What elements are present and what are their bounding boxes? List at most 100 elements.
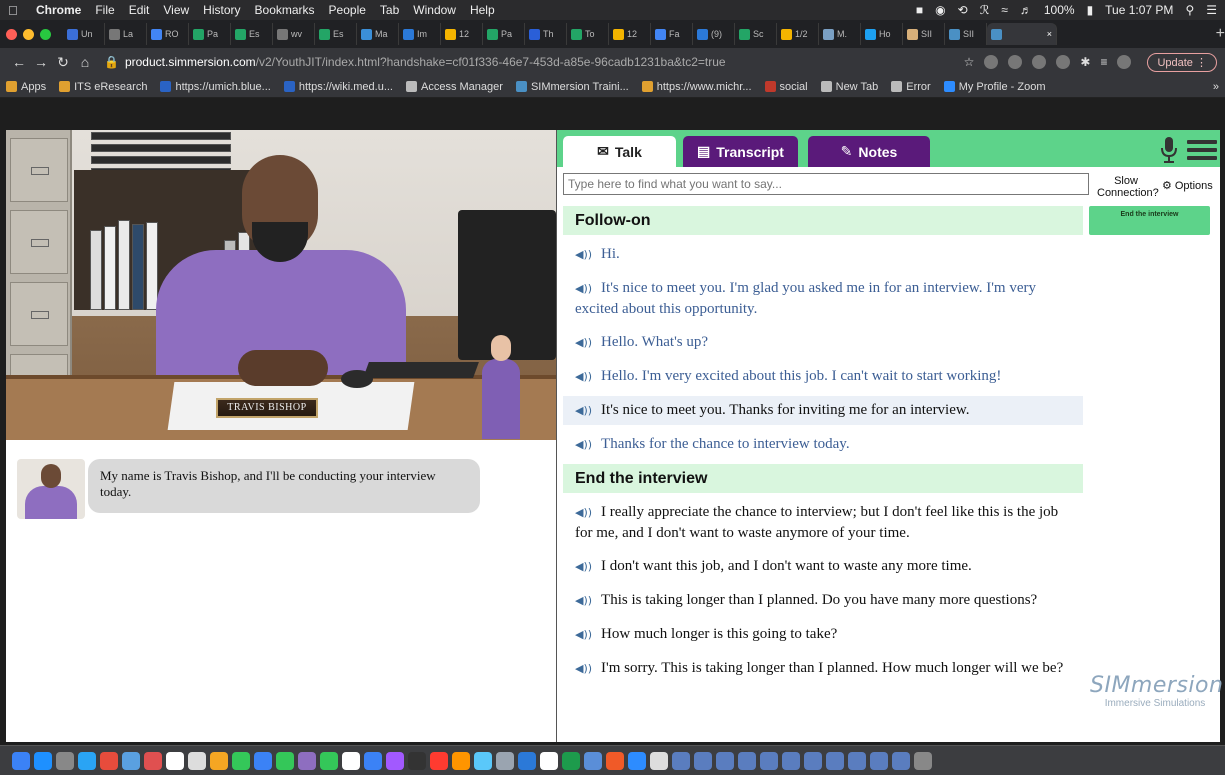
browser-tab[interactable]: Ho bbox=[861, 23, 903, 45]
dock-app-icon[interactable] bbox=[298, 751, 316, 770]
speaker-icon[interactable]: ◀)) bbox=[575, 435, 592, 455]
slow-connection-link[interactable]: Slow Connection? bbox=[1097, 175, 1159, 199]
volume-icon[interactable]: ♬ bbox=[1020, 3, 1032, 17]
browser-tab[interactable]: M. bbox=[819, 23, 861, 45]
dock-app-icon[interactable] bbox=[804, 751, 822, 770]
browser-tab[interactable]: Un bbox=[63, 23, 105, 45]
extension-icon[interactable] bbox=[1032, 55, 1047, 69]
speaker-icon[interactable]: ◀)) bbox=[575, 245, 592, 265]
bookmark-item[interactable]: ITS eResearch bbox=[59, 81, 147, 93]
spotlight-icon[interactable]: ⚲ bbox=[1185, 3, 1194, 17]
dock-app-icon[interactable] bbox=[452, 751, 470, 770]
notification-center-icon[interactable]: ☰ bbox=[1206, 3, 1217, 17]
response-option[interactable]: ◀)) Hello. I'm very excited about this jo… bbox=[563, 362, 1083, 391]
dock-app-icon[interactable] bbox=[848, 751, 866, 770]
tab-talk[interactable]: ✉ Talk bbox=[563, 136, 676, 167]
close-window-button[interactable] bbox=[6, 28, 17, 40]
dock-app-icon[interactable] bbox=[364, 751, 382, 770]
browser-tab[interactable]: SII bbox=[945, 23, 987, 45]
menu-view[interactable]: View bbox=[163, 3, 189, 17]
dock-app-icon[interactable] bbox=[12, 751, 30, 770]
bookmark-item[interactable]: New Tab bbox=[820, 81, 878, 93]
dock-app-icon[interactable] bbox=[892, 751, 910, 770]
response-option[interactable]: ◀)) How much longer is this going to take… bbox=[563, 620, 1083, 649]
dock-app-icon[interactable] bbox=[518, 751, 536, 770]
bookmark-item[interactable]: My Profile - Zoom bbox=[943, 81, 1045, 93]
dock-app-icon[interactable] bbox=[826, 751, 844, 770]
dock-app-icon[interactable] bbox=[122, 751, 140, 770]
speaker-icon[interactable]: ◀)) bbox=[575, 557, 592, 577]
battery-percent[interactable]: 100% bbox=[1044, 3, 1075, 17]
home-button[interactable]: ⌂ bbox=[74, 54, 96, 70]
browser-tab[interactable]: Pa bbox=[483, 23, 525, 45]
dock-app-icon[interactable] bbox=[386, 751, 404, 770]
speaker-icon[interactable]: ◀)) bbox=[575, 367, 592, 387]
menu-window[interactable]: Window bbox=[413, 3, 456, 17]
extension-icon[interactable] bbox=[1056, 55, 1071, 69]
speaker-icon[interactable]: ◀)) bbox=[575, 591, 592, 611]
response-option[interactable]: ◀)) Hi. bbox=[563, 240, 1083, 269]
bookmark-item[interactable]: Apps bbox=[6, 81, 46, 93]
dock-app-icon[interactable] bbox=[870, 751, 888, 770]
apple-icon[interactable]:  bbox=[8, 3, 22, 18]
menu-history[interactable]: History bbox=[203, 3, 240, 17]
dock-app-icon[interactable] bbox=[100, 751, 118, 770]
maximize-window-button[interactable] bbox=[40, 28, 51, 40]
browser-tab[interactable]: SII bbox=[903, 23, 945, 45]
dock-app-icon[interactable] bbox=[276, 751, 294, 770]
response-option[interactable]: ◀)) It's nice to meet you. I'm glad you a… bbox=[563, 274, 1083, 323]
dock-app-icon[interactable] bbox=[320, 751, 338, 770]
bookmark-item[interactable]: https://wiki.med.u... bbox=[283, 81, 393, 93]
menu-people[interactable]: People bbox=[329, 3, 366, 17]
browser-tab[interactable]: (9) bbox=[693, 23, 735, 45]
battery-icon[interactable]: ▮ bbox=[1087, 3, 1094, 17]
dock-app-icon[interactable] bbox=[782, 751, 800, 770]
coach-avatar[interactable] bbox=[476, 335, 526, 440]
dock-app-icon[interactable] bbox=[408, 751, 426, 770]
dock-app-icon[interactable] bbox=[254, 751, 272, 770]
dock-app-icon[interactable] bbox=[760, 751, 778, 770]
menu-tab[interactable]: Tab bbox=[380, 3, 399, 17]
bookmark-item[interactable]: https://www.michr... bbox=[641, 81, 752, 93]
dock-app-icon[interactable] bbox=[540, 751, 558, 770]
options-button[interactable]: ⚙ Options bbox=[1162, 179, 1213, 193]
response-option[interactable]: ◀)) I really appreciate the chance to int… bbox=[563, 498, 1083, 547]
bookmark-item[interactable]: social bbox=[764, 81, 808, 93]
browser-tab[interactable]: Fa bbox=[651, 23, 693, 45]
reading-list-icon[interactable]: ≡ bbox=[1100, 55, 1107, 69]
dock-app-icon[interactable] bbox=[496, 751, 514, 770]
response-option[interactable]: ◀)) Hello. What's up? bbox=[563, 328, 1083, 357]
reload-button[interactable]: ↻ bbox=[52, 54, 74, 71]
bookmark-star-icon[interactable]: ☆ bbox=[964, 55, 975, 69]
browser-tab[interactable]: wv bbox=[273, 23, 315, 45]
browser-tab[interactable]: RO bbox=[147, 23, 189, 45]
speaker-icon[interactable]: ◀)) bbox=[575, 333, 592, 353]
response-option[interactable]: ◀)) This is taking longer than I planned.… bbox=[563, 586, 1083, 615]
end-interview-button[interactable]: End the interview bbox=[1089, 206, 1210, 235]
microphone-icon[interactable] bbox=[1159, 136, 1179, 164]
browser-tab[interactable]: Pa bbox=[189, 23, 231, 45]
browser-tab[interactable]: Es bbox=[315, 23, 357, 45]
extension-icon[interactable] bbox=[984, 55, 999, 69]
response-option[interactable]: ◀)) I'm sorry. This is taking longer than… bbox=[563, 654, 1083, 683]
speaker-icon[interactable]: ◀)) bbox=[575, 659, 592, 679]
speaker-icon[interactable]: ◀)) bbox=[575, 625, 592, 645]
wifi-icon[interactable]: ≈ bbox=[1001, 3, 1008, 17]
dock-app-icon[interactable] bbox=[474, 751, 492, 770]
menu-bookmarks[interactable]: Bookmarks bbox=[255, 3, 315, 17]
new-tab-button[interactable]: + bbox=[1216, 25, 1225, 43]
bookmark-item[interactable]: Error bbox=[891, 81, 931, 93]
response-option[interactable]: ◀)) I don't want this job, and I don't wa… bbox=[563, 552, 1083, 581]
dock-app-icon[interactable] bbox=[232, 751, 250, 770]
more-bookmarks-icon[interactable]: » bbox=[1213, 81, 1219, 93]
tab-notes[interactable]: ✎ Notes bbox=[808, 136, 930, 167]
browser-tab[interactable]: Ma bbox=[357, 23, 399, 45]
profile-avatar[interactable] bbox=[1117, 55, 1132, 69]
bookmark-item[interactable]: Access Manager bbox=[406, 81, 503, 93]
speaker-icon[interactable]: ◀)) bbox=[575, 401, 592, 421]
browser-tab-active[interactable]: × bbox=[987, 23, 1057, 45]
menu-hamburger-icon[interactable] bbox=[1187, 140, 1217, 160]
dock-app-icon[interactable] bbox=[78, 751, 96, 770]
search-input[interactable] bbox=[563, 173, 1089, 195]
dock-app-icon[interactable] bbox=[584, 751, 602, 770]
